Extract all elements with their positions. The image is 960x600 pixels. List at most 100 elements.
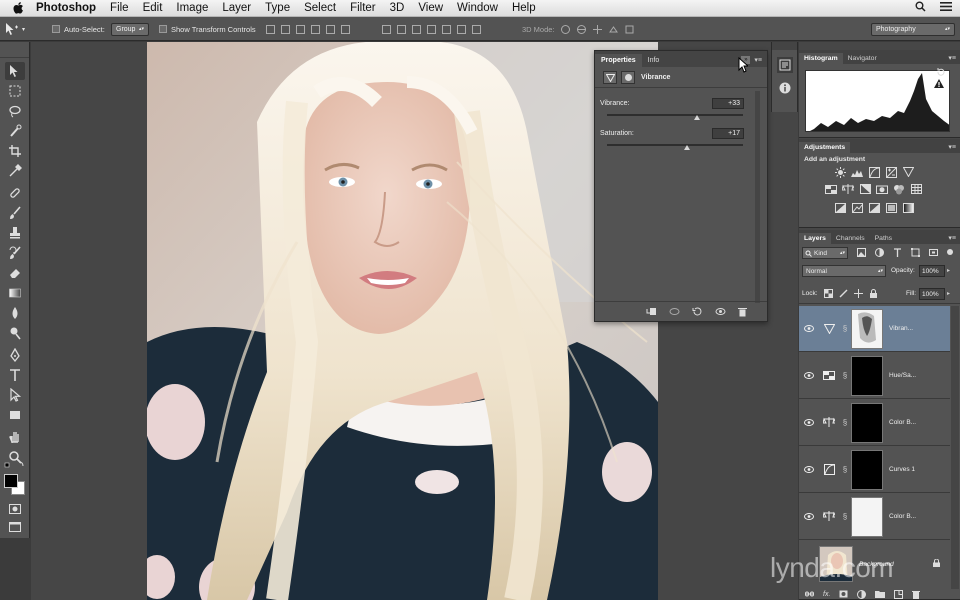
black-white-icon[interactable]	[858, 183, 872, 195]
healing-brush-tool[interactable]	[5, 184, 25, 202]
curves-icon[interactable]	[867, 166, 881, 178]
layer-row-curves[interactable]: § Curves 1	[799, 447, 950, 493]
clip-to-layer-icon[interactable]	[646, 307, 657, 316]
properties-dock-button[interactable]	[777, 57, 793, 73]
layer-mask-thumbnail[interactable]	[851, 496, 883, 537]
color-lookup-icon[interactable]	[909, 183, 923, 195]
filter-toggle-icon[interactable]	[947, 249, 953, 255]
lock-image-icon[interactable]	[839, 289, 848, 298]
visibility-eye-icon[interactable]	[799, 372, 819, 379]
eyedropper-tool[interactable]	[5, 162, 25, 180]
reset-adjustment-icon[interactable]	[692, 307, 703, 316]
brush-tool[interactable]	[5, 204, 25, 222]
panel-menu-icon[interactable]: ▾≡	[754, 56, 762, 64]
brightness-contrast-icon[interactable]	[833, 166, 847, 178]
tab-channels[interactable]: Channels	[831, 233, 870, 244]
panel-menu-icon[interactable]: ▾≡	[948, 234, 956, 242]
levels-icon[interactable]	[850, 166, 864, 178]
blend-mode-dropdown[interactable]: Normal ▴▾	[802, 265, 886, 277]
warning-icon[interactable]	[934, 79, 944, 88]
panel-menu-icon[interactable]: ▾≡	[948, 143, 956, 151]
dodge-tool[interactable]	[5, 324, 25, 342]
hand-tool[interactable]	[5, 428, 25, 446]
filter-smart-object-icon[interactable]	[929, 248, 938, 257]
filter-pixel-icon[interactable]	[857, 248, 866, 257]
chain-link-icon[interactable]: §	[839, 371, 851, 380]
document-photo[interactable]	[147, 42, 658, 600]
saturation-value[interactable]: +17	[712, 128, 744, 139]
fill-field[interactable]: 100%	[919, 288, 945, 300]
menu-select[interactable]: Select	[304, 2, 336, 14]
shape-tool[interactable]	[5, 406, 25, 424]
spotlight-search-icon[interactable]	[915, 1, 926, 12]
layer-mask-thumbnail[interactable]	[851, 402, 883, 443]
type-tool[interactable]	[5, 366, 25, 384]
apple-icon[interactable]	[12, 1, 26, 15]
add-mask-icon[interactable]	[839, 590, 848, 598]
toolbar-grip[interactable]	[0, 42, 29, 58]
fx-icon[interactable]: fx.	[823, 591, 830, 598]
eraser-tool[interactable]	[5, 264, 25, 282]
lock-transparent-icon[interactable]	[824, 289, 833, 298]
filter-shape-icon[interactable]	[911, 248, 920, 257]
visibility-eye-icon[interactable]	[799, 513, 819, 520]
layer-row-hue-saturation[interactable]: § Hue/Sa...	[799, 353, 950, 399]
menu-layer[interactable]: Layer	[222, 2, 251, 14]
saturation-slider-track[interactable]	[607, 144, 743, 146]
auto-select-checkbox[interactable]	[52, 25, 60, 33]
notification-list-icon[interactable]	[940, 1, 952, 12]
swap-default-colors-icon[interactable]	[4, 460, 26, 472]
opacity-field[interactable]: 100%	[919, 265, 945, 277]
tab-properties[interactable]: Properties	[595, 54, 642, 67]
lasso-tool[interactable]	[5, 102, 25, 120]
3d-roll-icon[interactable]	[576, 24, 587, 35]
lock-all-icon[interactable]	[869, 289, 878, 298]
menu-edit[interactable]: Edit	[143, 2, 163, 14]
quick-mask-button[interactable]	[5, 500, 25, 518]
3d-slide-icon[interactable]	[608, 24, 619, 35]
layer-filter-dropdown[interactable]: Kind ▴▾	[802, 247, 848, 259]
invert-icon[interactable]	[833, 202, 847, 214]
blur-tool[interactable]	[5, 304, 25, 322]
gradient-tool[interactable]	[5, 284, 25, 302]
crop-tool[interactable]	[5, 142, 25, 160]
menu-view[interactable]: View	[418, 2, 443, 14]
layer-mask-thumbnail[interactable]	[851, 355, 883, 396]
filter-adjustment-icon[interactable]	[875, 248, 884, 257]
threshold-icon[interactable]	[867, 202, 881, 214]
layers-scrollbar[interactable]	[951, 306, 959, 589]
hue-saturation-icon[interactable]	[824, 183, 838, 195]
new-adjustment-icon[interactable]	[857, 589, 867, 599]
visibility-eye-icon[interactable]	[799, 325, 819, 332]
chain-link-icon[interactable]: §	[839, 418, 851, 427]
clone-stamp-tool[interactable]	[5, 224, 25, 242]
new-group-icon[interactable]	[875, 590, 886, 598]
layer-row-color-balance-1[interactable]: § Color B...	[799, 494, 950, 540]
toggle-visibility-icon[interactable]	[715, 307, 726, 316]
gradient-map-icon[interactable]	[901, 202, 915, 214]
visibility-eye-icon[interactable]	[799, 419, 819, 426]
tab-info[interactable]: Info	[642, 54, 666, 67]
chain-link-icon[interactable]: §	[839, 465, 851, 474]
chain-link-icon[interactable]: §	[839, 512, 851, 521]
link-layers-icon[interactable]	[805, 590, 814, 598]
marquee-tool[interactable]	[5, 82, 25, 100]
tab-adjustments[interactable]: Adjustments	[799, 142, 851, 153]
tab-paths[interactable]: Paths	[870, 233, 897, 244]
show-transform-checkbox[interactable]	[159, 25, 167, 33]
menu-3d[interactable]: 3D	[390, 2, 405, 14]
workspace-switcher[interactable]: Photography ▴▾	[871, 22, 955, 36]
distribute-bottom-icon[interactable]	[412, 24, 421, 34]
vibrance-slider-thumb[interactable]	[694, 115, 701, 120]
menu-window[interactable]: Window	[457, 2, 498, 14]
app-menu[interactable]: Photoshop	[36, 2, 96, 14]
menu-help[interactable]: Help	[512, 2, 536, 14]
3d-scale-icon[interactable]	[624, 24, 635, 35]
dock-grip[interactable]	[772, 42, 797, 50]
info-dock-button[interactable]	[777, 80, 793, 96]
tab-navigator[interactable]: Navigator	[843, 53, 882, 64]
channel-mixer-icon[interactable]	[892, 183, 906, 195]
opacity-arrow-icon[interactable]: ▸	[947, 267, 950, 274]
pen-tool[interactable]	[5, 346, 25, 364]
path-selection-tool[interactable]	[5, 386, 25, 404]
